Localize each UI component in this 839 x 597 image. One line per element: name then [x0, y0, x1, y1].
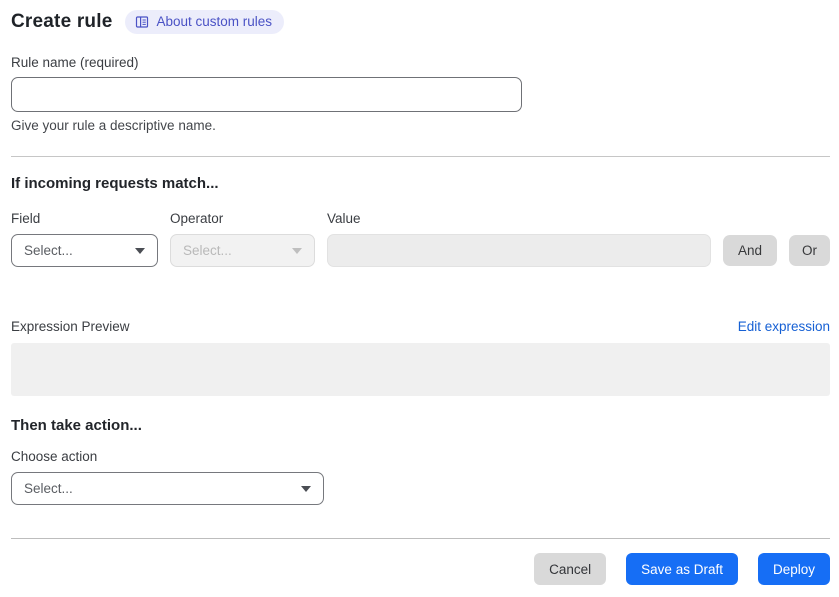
- chevron-down-icon: [301, 485, 311, 492]
- badge-label: About custom rules: [156, 14, 273, 29]
- choose-action-select[interactable]: Select...: [11, 472, 324, 505]
- field-select-value: Select...: [24, 243, 73, 258]
- match-labels-row: Field Operator Value: [11, 211, 830, 226]
- book-icon: [136, 15, 149, 28]
- page-title: Create rule: [11, 11, 113, 32]
- value-input[interactable]: [327, 234, 711, 267]
- chevron-down-icon: [135, 247, 145, 254]
- rule-name-input[interactable]: [11, 77, 522, 112]
- edit-expression-link[interactable]: Edit expression: [738, 319, 830, 334]
- chevron-down-icon: [292, 247, 302, 254]
- field-label: Field: [11, 211, 41, 226]
- header: Create rule About custom rules: [11, 10, 830, 34]
- rule-name-helper: Give your rule a descriptive name.: [11, 118, 216, 133]
- rule-name-label: Rule name (required): [11, 55, 139, 70]
- field-select[interactable]: Select...: [11, 234, 158, 267]
- operator-select-value: Select...: [183, 243, 232, 258]
- expression-preview-label: Expression Preview: [11, 319, 130, 334]
- footer-actions: Cancel Save as Draft Deploy: [11, 553, 830, 585]
- match-section-heading: If incoming requests match...: [11, 175, 219, 192]
- rule-name-group: Rule name (required) Give your rule a de…: [11, 55, 830, 133]
- match-controls-row: Select... Select... And Or: [11, 234, 830, 267]
- and-button[interactable]: And: [723, 235, 777, 266]
- create-rule-page: Create rule About custom rules Rule name…: [0, 0, 839, 585]
- or-button[interactable]: Or: [789, 235, 830, 266]
- choose-action-label: Choose action: [11, 449, 98, 464]
- about-custom-rules-badge[interactable]: About custom rules: [125, 10, 285, 34]
- operator-label: Operator: [170, 211, 224, 226]
- footer-divider: [11, 538, 830, 539]
- cancel-button[interactable]: Cancel: [534, 553, 607, 585]
- expression-preview-box: [11, 343, 830, 396]
- save-as-draft-button[interactable]: Save as Draft: [626, 553, 738, 585]
- value-label: Value: [327, 211, 361, 226]
- action-section-heading: Then take action...: [11, 417, 142, 434]
- deploy-button[interactable]: Deploy: [757, 553, 830, 585]
- choose-action-value: Select...: [24, 481, 73, 496]
- section-divider: [11, 156, 830, 157]
- expression-row: Expression Preview Edit expression: [11, 319, 830, 334]
- operator-select[interactable]: Select...: [170, 234, 315, 267]
